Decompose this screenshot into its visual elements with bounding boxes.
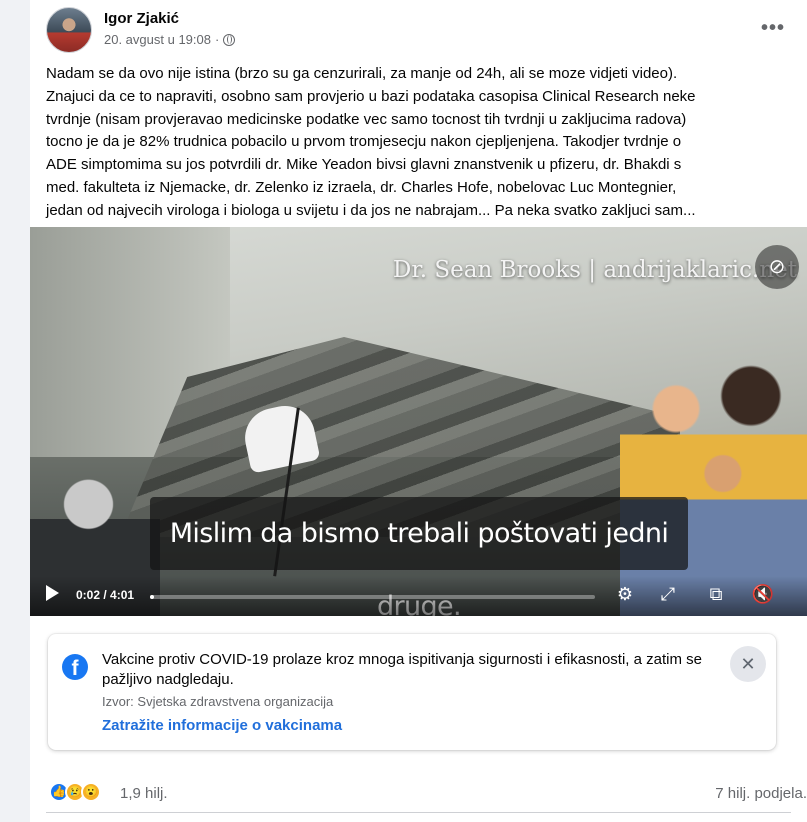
wow-reaction-icon: 😮	[81, 782, 101, 802]
mute-icon[interactable]: 🔇	[750, 581, 776, 607]
reaction-count[interactable]: 1,9 hilj.	[120, 785, 168, 802]
video-player[interactable]: Dr. Sean Brooks | andrijaklaric.net ⊘ Mi…	[30, 227, 807, 616]
globe-icon	[223, 33, 236, 46]
play-icon[interactable]	[46, 585, 59, 601]
info-text: Vakcine protiv COVID-19 prolaze kroz mno…	[102, 651, 702, 688]
post-card: Igor Zjakić 20. avgust u 19:08 · ••• Nad…	[30, 0, 807, 822]
more-options-icon[interactable]: •••	[755, 13, 791, 49]
eye-off-icon[interactable]: ⊘	[755, 245, 799, 289]
fullscreen-icon[interactable]: ⤢	[655, 581, 681, 607]
video-watermark: Dr. Sean Brooks | andrijaklaric.net	[392, 257, 797, 283]
vaccine-info-link[interactable]: Zatražite informacije o vakcinama	[102, 717, 342, 734]
post-text: Nadam se da ovo nije istina (brzo su ga …	[46, 65, 696, 219]
share-count[interactable]: 7 hilj. podjela.	[715, 785, 807, 802]
covid-info-panel: f Vakcine protiv COVID-19 prolaze kroz m…	[48, 634, 776, 750]
video-subtitle: Mislim da bismo trebali poštovati jedni …	[169, 518, 669, 616]
post-timestamp[interactable]: 20. avgust u 19:08	[104, 32, 211, 47]
subtitle-box: Mislim da bismo trebali poštovati jedni …	[150, 497, 688, 616]
reaction-icons[interactable]: 👍 😢 😮	[49, 782, 101, 802]
meta-separator: ·	[214, 32, 220, 47]
video-time: 0:02 / 4:01	[76, 588, 135, 602]
facebook-logo-icon: f	[62, 654, 88, 680]
avatar[interactable]	[46, 7, 92, 53]
progress-fill	[150, 595, 154, 599]
close-icon[interactable]: ✕	[730, 646, 766, 682]
info-source: Izvor: Svjetska zdravstvena organizacija	[102, 694, 334, 709]
picture-in-picture-icon[interactable]: ⧉	[703, 581, 729, 607]
video-controls: 0:02 / 4:01 ⚙ ⤢ ⧉ 🔇	[30, 576, 807, 616]
author-name[interactable]: Igor Zjakić	[104, 10, 179, 27]
post-meta: 20. avgust u 19:08 ·	[104, 32, 236, 47]
post-header: Igor Zjakić 20. avgust u 19:08 · •••	[46, 7, 791, 53]
progress-bar[interactable]	[150, 595, 595, 599]
settings-icon[interactable]: ⚙	[612, 581, 638, 607]
post-footer: 👍 😢 😮 1,9 hilj. 7 hilj. podjela.	[46, 777, 807, 813]
